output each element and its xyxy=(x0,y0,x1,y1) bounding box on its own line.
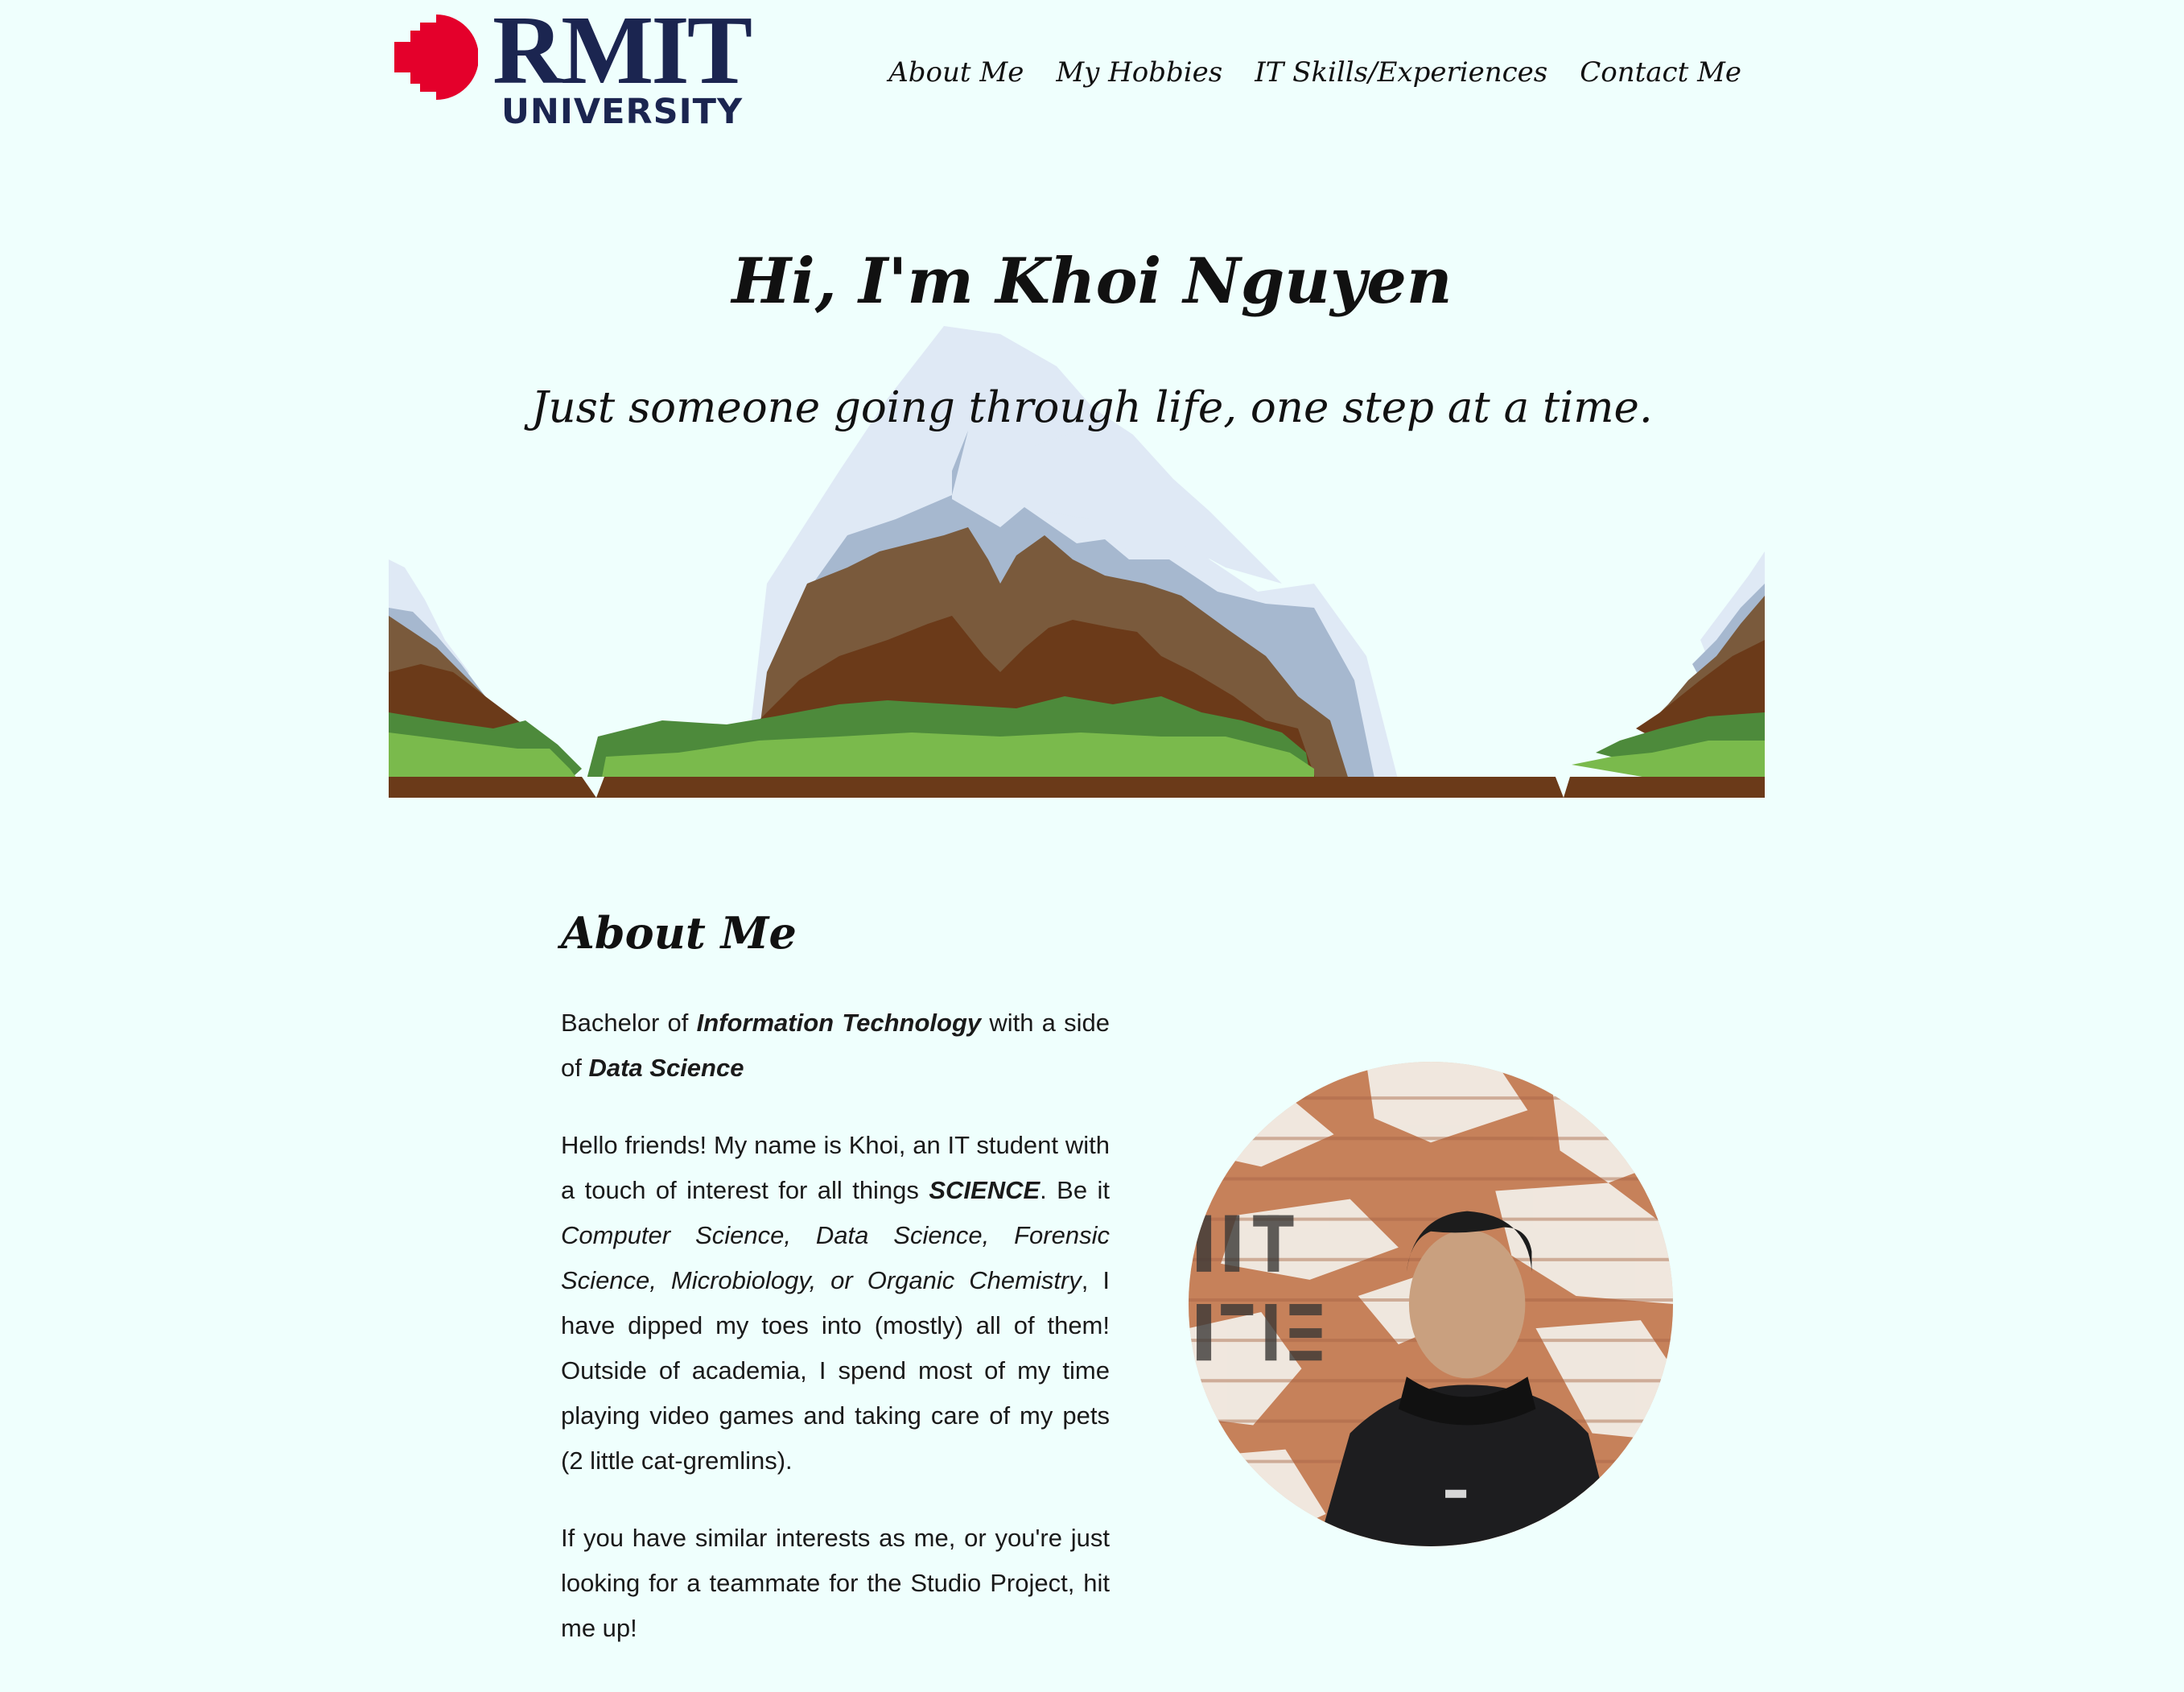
rmit-pixel-mark-icon xyxy=(394,14,478,100)
nav-it-skills[interactable]: IT Skills/Experiences xyxy=(1255,56,1547,89)
intro-text-c: , I have dipped my toes into (mostly) al… xyxy=(561,1266,1110,1475)
intro-paragraph: Hello friends! My name is Khoi, an IT st… xyxy=(561,1123,1110,1484)
nav-about-me[interactable]: About Me xyxy=(888,56,1024,89)
degree-minor: Data Science xyxy=(588,1054,744,1082)
intro-fields: Computer Science, Data Science, Forensic… xyxy=(561,1221,1110,1294)
main-nav: About Me My Hobbies IT Skills/Experience… xyxy=(888,56,1741,89)
hero-subtitle: Just someone going through life, one ste… xyxy=(531,383,1653,432)
degree-paragraph: Bachelor of Information Technology with … xyxy=(561,1001,1110,1091)
intro-science: SCIENCE xyxy=(929,1176,1040,1204)
nav-my-hobbies[interactable]: My Hobbies xyxy=(1056,56,1222,89)
degree-prefix: Bachelor of xyxy=(561,1009,697,1037)
nav-contact-me[interactable]: Contact Me xyxy=(1580,56,1741,89)
intro-text-b: . Be it xyxy=(1040,1176,1110,1204)
profile-photo xyxy=(1189,1062,1673,1546)
contact-paragraph: If you have similar interests as me, or … xyxy=(561,1524,1110,1642)
about-heading: About Me xyxy=(561,907,797,959)
logo-subtitle: UNIVERSITY xyxy=(501,92,744,132)
hero-title: Hi, I'm Khoi Nguyen xyxy=(731,245,1453,319)
rmit-logo[interactable]: RMIT UNIVERSITY xyxy=(394,2,752,145)
logo-wordmark: RMIT xyxy=(492,0,752,105)
degree-major: Information Technology xyxy=(696,1009,982,1037)
about-text: Bachelor of Information Technology with … xyxy=(561,1001,1110,1683)
